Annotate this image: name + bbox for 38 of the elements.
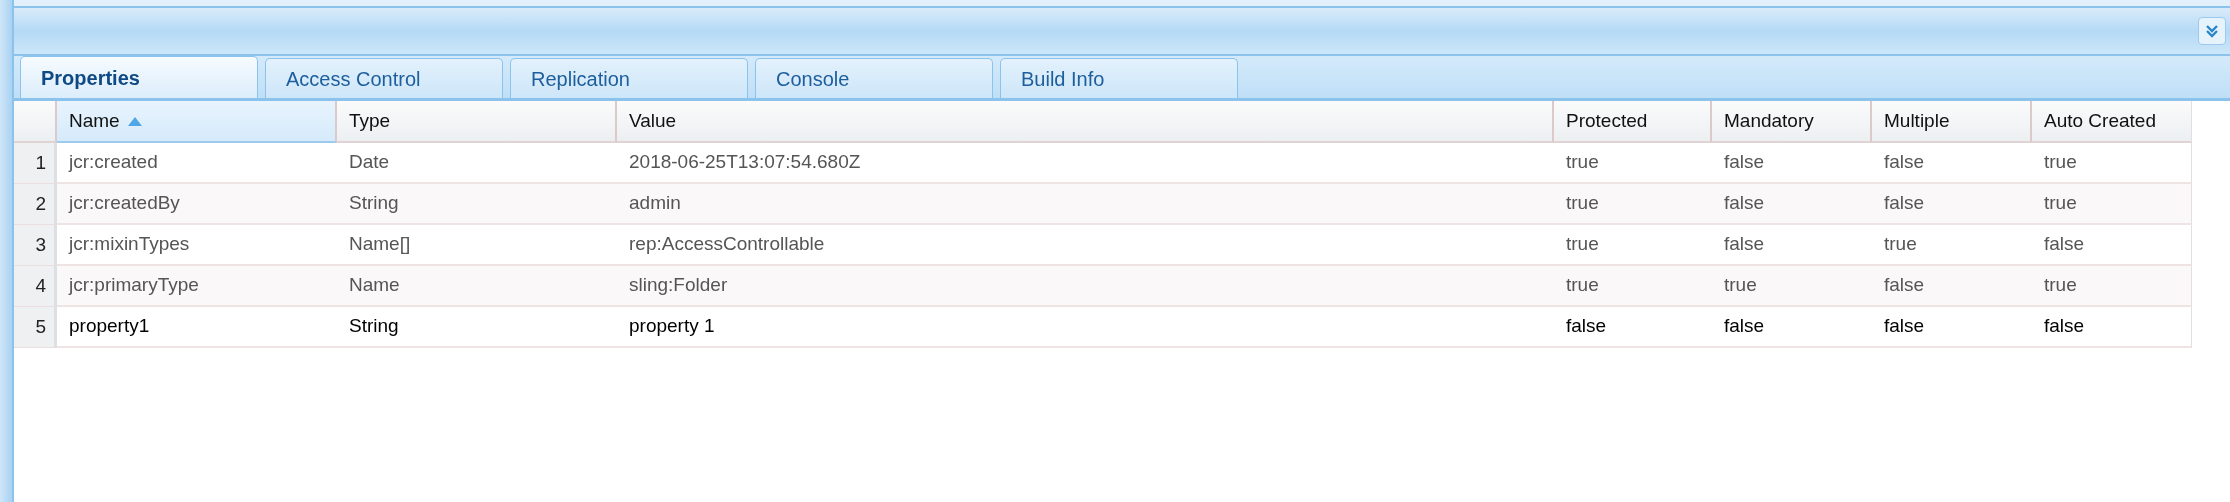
table-cell: admin [617,184,1554,225]
table-cell: Name [337,266,617,307]
row-number: 1 [14,143,57,184]
table-cell: true [2032,184,2192,225]
row-number: 2 [14,184,57,225]
tab[interactable]: Build Info [1000,58,1238,98]
table-cell: sling:Folder [617,266,1554,307]
table-cell: jcr:createdBy [57,184,337,225]
tab[interactable]: Replication [510,58,748,98]
tab[interactable]: Access Control [265,58,503,98]
column-header[interactable]: Value [617,101,1554,143]
column-header[interactable]: Auto Created [2032,101,2192,143]
header-corner [14,101,57,143]
table-cell: true [2032,143,2192,184]
table-cell: false [1872,184,2032,225]
table-cell: false [1872,266,2032,307]
table-cell: jcr:primaryType [57,266,337,307]
column-header[interactable]: Multiple [1872,101,2032,143]
table-cell: false [1712,184,1872,225]
table-cell: false [2032,307,2192,348]
table-cell: true [2032,266,2192,307]
table-cell: true [1554,266,1712,307]
table-cell: true [1554,184,1712,225]
sort-ascending-icon [127,116,142,126]
column-header[interactable]: Type [337,101,617,143]
column-header[interactable]: Name [57,101,337,143]
table-cell: String [337,184,617,225]
collapse-button[interactable] [2198,17,2226,45]
table-cell: false [2032,225,2192,266]
tab[interactable]: Console [755,58,993,98]
row-number: 4 [14,266,57,307]
column-header[interactable]: Protected [1554,101,1712,143]
column-header[interactable]: Mandatory [1712,101,1872,143]
row-number: 5 [14,307,57,348]
double-chevron-icon [2204,23,2220,39]
table-cell: true [1712,266,1872,307]
tab[interactable]: Properties [20,56,258,98]
row-number: 3 [14,225,57,266]
